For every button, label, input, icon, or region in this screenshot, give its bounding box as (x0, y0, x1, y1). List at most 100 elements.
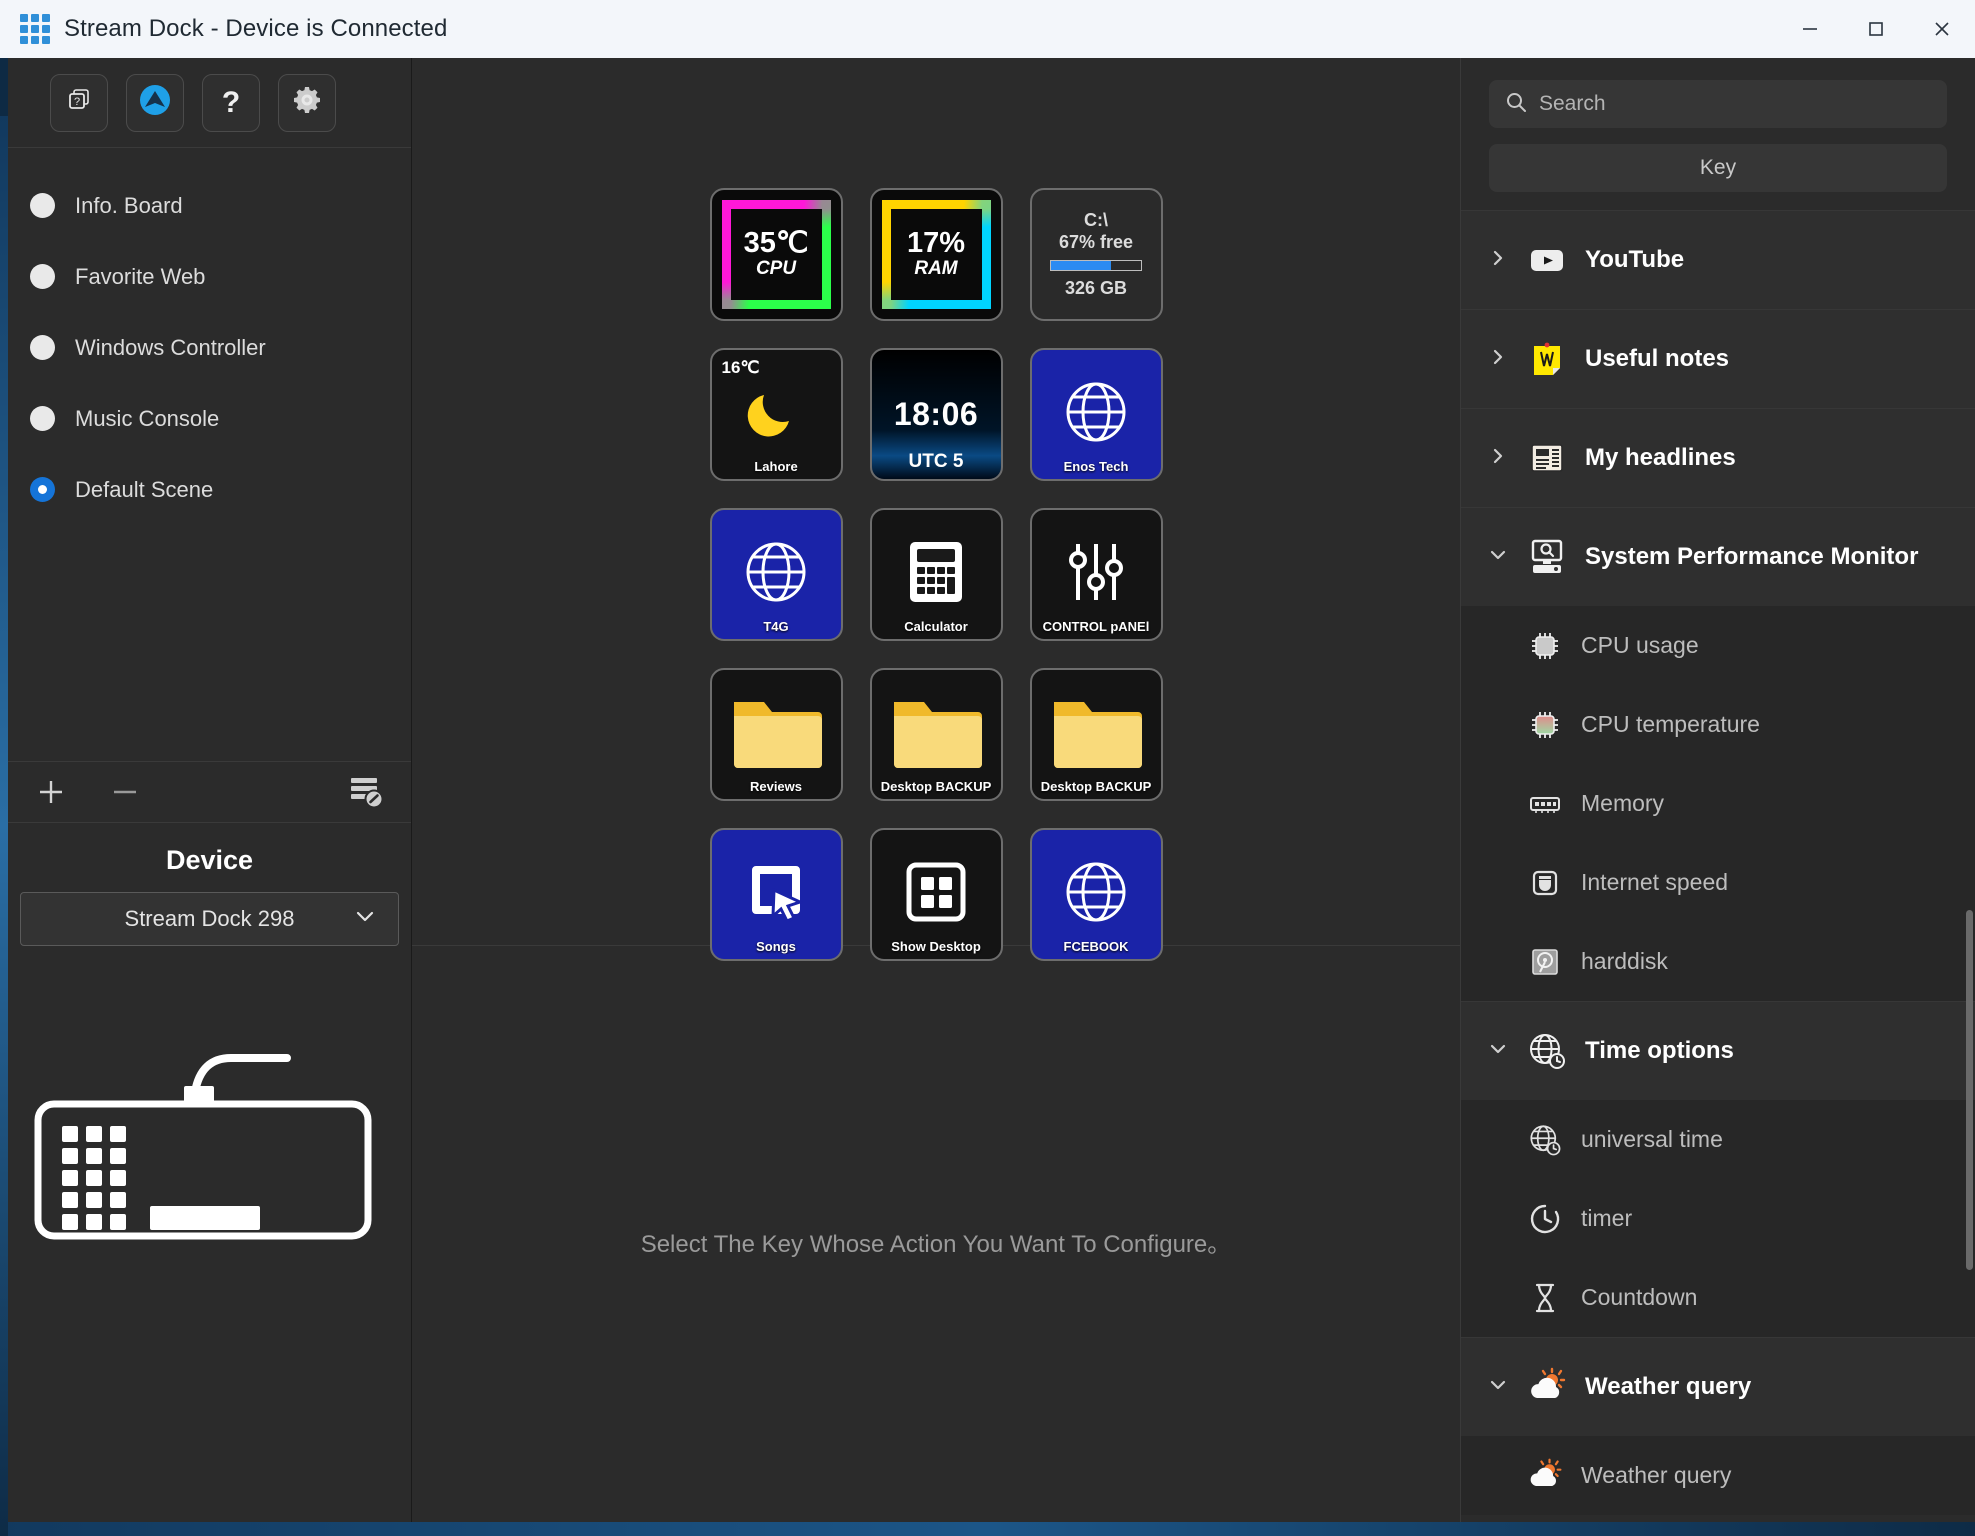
key-sublabel: CPU (755, 257, 797, 279)
key-cpu-temp[interactable]: 35℃ CPU (709, 187, 843, 321)
cpu-chip-temp-icon (1525, 705, 1565, 745)
chevron-down-icon[interactable] (1489, 1373, 1509, 1401)
grid-logo-icon (20, 14, 50, 44)
main-body: ? ? Info. Board Favorite Web Windows Con… (0, 58, 1975, 1536)
key-folder-desktop-backup-2[interactable]: Desktop BACKUP (1029, 667, 1163, 801)
category-weather-query[interactable]: Weather query (1461, 1337, 1975, 1436)
key-value: 17% (906, 226, 966, 259)
youtube-icon (1525, 238, 1569, 282)
key-label: Reviews (749, 778, 803, 794)
key-label: Show Desktop (891, 938, 981, 954)
clock-zone: UTC 5 (908, 450, 964, 472)
sidebar-item-windows-controller[interactable]: Windows Controller (8, 312, 411, 383)
action-item-cpu-temperature[interactable]: CPU temperature (1461, 685, 1975, 764)
sliders-icon (1060, 536, 1132, 613)
key-ram-usage[interactable]: 17% RAM (869, 187, 1003, 321)
category-time-options[interactable]: Time options (1461, 1001, 1975, 1100)
scene-label: Favorite Web (75, 263, 206, 289)
sidebar-item-default-scene[interactable]: Default Scene (8, 454, 411, 525)
scene-actions-bar (8, 760, 411, 823)
scene-radio[interactable] (30, 335, 55, 360)
key-clock-utc5[interactable]: 18:06 UTC 5 (869, 347, 1003, 481)
category-useful-notes[interactable]: Useful notes (1461, 309, 1975, 408)
category-system-performance-monitor[interactable]: System Performance Monitor (1461, 507, 1975, 606)
action-item-universal-time[interactable]: universal time (1461, 1100, 1975, 1179)
network-icon (1525, 863, 1565, 903)
scene-radio[interactable] (30, 193, 55, 218)
action-item-label: universal time (1581, 1126, 1723, 1152)
category-label: Weather query (1585, 1373, 1752, 1400)
key-grid-area: 35℃ CPU 17% RAM C:\ 67% free 326 GB 16℃ … (412, 58, 1460, 961)
scene-radio-selected[interactable] (30, 477, 55, 502)
action-category-list: YouTube Useful notes My headlines System… (1461, 210, 1975, 1536)
key-label: FCEBOOK (1063, 938, 1129, 954)
key-web-t4g[interactable]: T4G (709, 507, 843, 641)
add-scene-button[interactable] (34, 775, 68, 809)
action-item-countdown[interactable]: Countdown (1461, 1258, 1975, 1337)
globe-clock-icon (1525, 1120, 1565, 1160)
key-label: T4G (763, 618, 789, 634)
category-my-headlines[interactable]: My headlines (1461, 408, 1975, 507)
key-web-enos-tech[interactable]: Enos Tech (1029, 347, 1163, 481)
category-label: Useful notes (1585, 345, 1730, 372)
category-youtube[interactable]: YouTube (1461, 210, 1975, 309)
folder-icon (730, 692, 822, 777)
chevron-right-icon[interactable] (1489, 246, 1509, 274)
title-bar: Stream Dock - Device is Connected (0, 0, 1975, 58)
key-control-panel[interactable]: CONTROL pANEl (1029, 507, 1163, 641)
remove-scene-button[interactable] (108, 775, 142, 809)
scene-label: Music Console (75, 405, 220, 431)
chevron-down-icon[interactable] (1489, 1037, 1509, 1065)
duplicate-button[interactable]: ? (50, 73, 108, 132)
monitor-search-icon (1525, 535, 1569, 579)
sidebar-item-favorite-web[interactable]: Favorite Web (8, 241, 411, 312)
key-show-desktop[interactable]: Show Desktop (869, 827, 1003, 961)
right-panel-scrollbar[interactable] (1966, 910, 1973, 1270)
help-button[interactable]: ? (202, 73, 260, 132)
copy-layers-icon: ? (65, 86, 93, 119)
list-edit-icon[interactable] (347, 773, 385, 811)
key-label: Lahore (754, 458, 798, 474)
category-label: System Performance Monitor (1585, 543, 1919, 570)
key-folder-reviews[interactable]: Reviews (709, 667, 843, 801)
update-button[interactable] (126, 73, 184, 132)
minimize-button[interactable] (1777, 0, 1843, 58)
chevron-right-icon[interactable] (1489, 444, 1509, 472)
action-item-internet-speed[interactable]: Internet speed (1461, 843, 1975, 922)
action-item-weather-query[interactable]: Weather query (1461, 1436, 1975, 1515)
search-box[interactable] (1489, 80, 1947, 128)
globe-icon (739, 535, 813, 614)
ram-stick-icon (1525, 784, 1565, 824)
moon-icon (745, 381, 807, 448)
key-web-fcebook[interactable]: FCEBOOK (1029, 827, 1163, 961)
close-button[interactable] (1909, 0, 1975, 58)
right-panel: Key YouTube (1460, 58, 1975, 1536)
chevron-right-icon[interactable] (1489, 345, 1509, 373)
action-item-timer[interactable]: timer (1461, 1179, 1975, 1258)
weather-temp: 16℃ (721, 357, 760, 377)
scene-radio[interactable] (30, 406, 55, 431)
search-input[interactable] (1539, 92, 1931, 116)
maximize-button[interactable] (1843, 0, 1909, 58)
left-panel: ? ? Info. Board Favorite Web Windows Con… (8, 58, 412, 1536)
device-select[interactable]: Stream Dock 298 (20, 891, 399, 946)
key-calculator[interactable]: Calculator (869, 507, 1003, 641)
scene-radio[interactable] (30, 264, 55, 289)
config-placeholder-area: Select The Key Whose Action You Want To … (412, 946, 1460, 1536)
action-item-cpu-usage[interactable]: CPU usage (1461, 606, 1975, 685)
action-item-harddisk[interactable]: harddisk (1461, 922, 1975, 1001)
right-panel-header: Key (1461, 58, 1975, 210)
cursor-square-icon (740, 856, 812, 933)
key-folder-desktop-backup-1[interactable]: Desktop BACKUP (869, 667, 1003, 801)
settings-button[interactable] (278, 73, 336, 132)
action-item-memory[interactable]: Memory (1461, 764, 1975, 843)
key-songs[interactable]: Songs (709, 827, 843, 961)
key-filter-button[interactable]: Key (1489, 144, 1947, 192)
key-weather-lahore[interactable]: 16℃ Lahore (709, 347, 843, 481)
device-title: Device (165, 844, 254, 875)
sidebar-item-info-board[interactable]: Info. Board (8, 170, 411, 241)
key-disk-c[interactable]: C:\ 67% free 326 GB (1029, 187, 1163, 321)
sidebar-item-music-console[interactable]: Music Console (8, 383, 411, 454)
action-item-label: timer (1581, 1205, 1633, 1231)
chevron-down-icon[interactable] (1489, 543, 1509, 571)
